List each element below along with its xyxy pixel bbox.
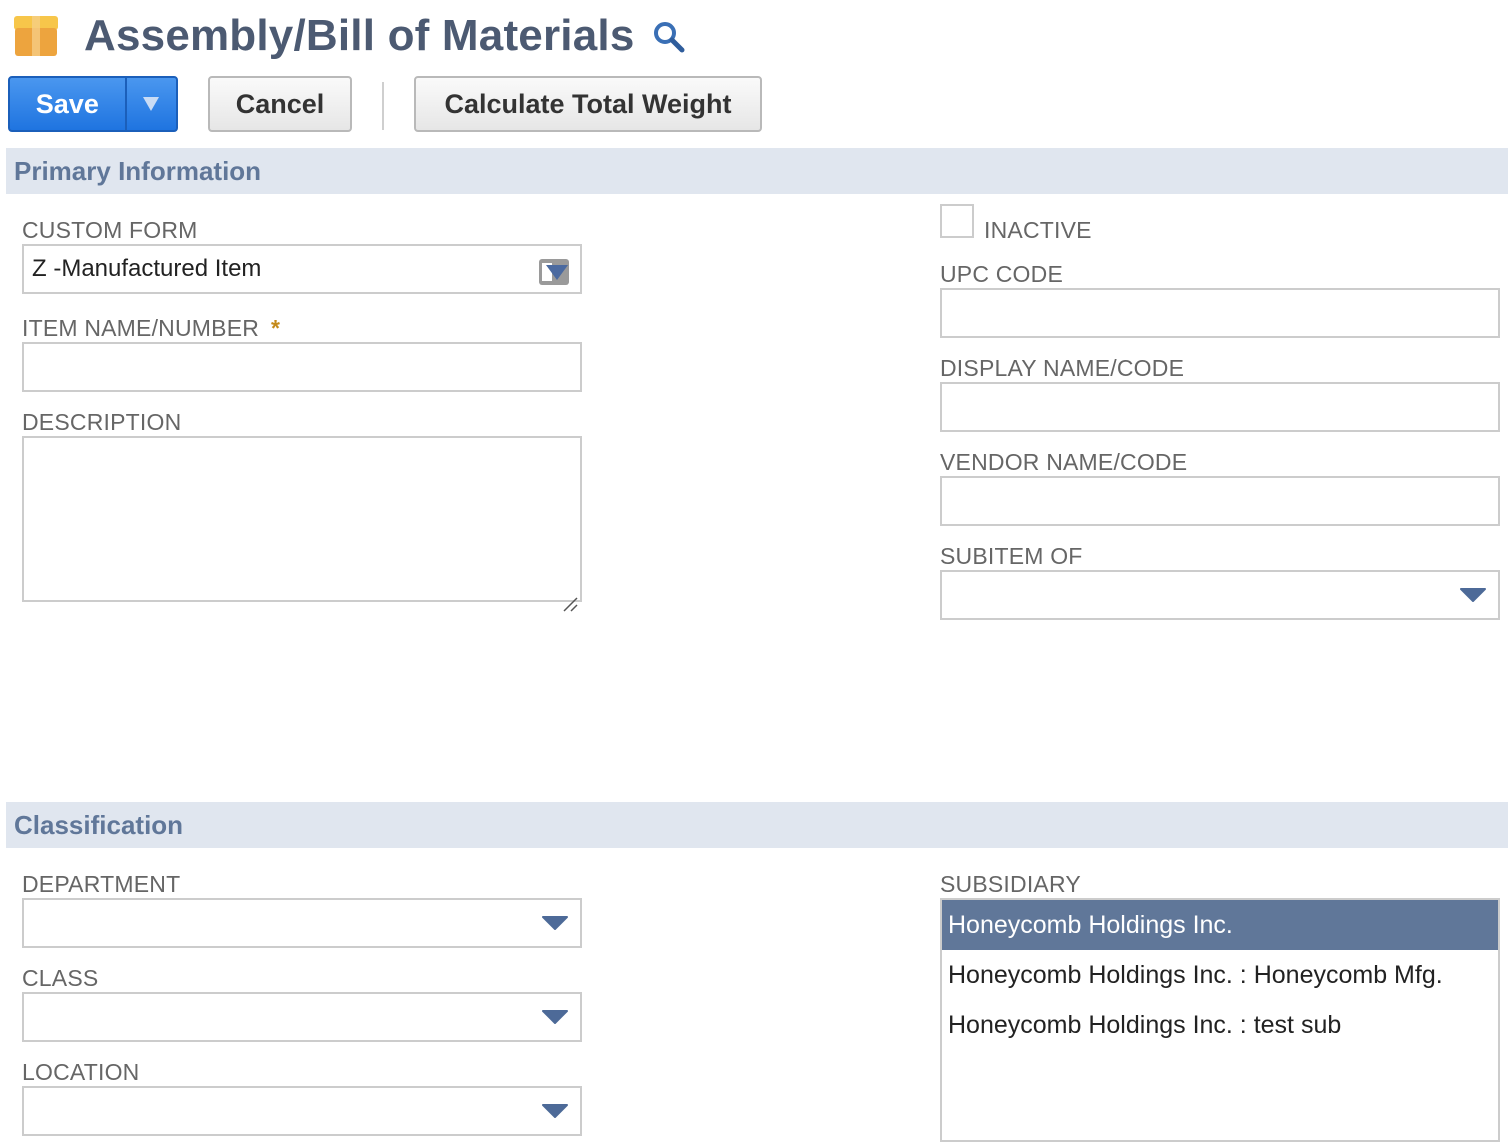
chevron-down-icon (542, 1104, 568, 1118)
item-name-label-text: ITEM NAME/NUMBER (22, 315, 260, 341)
subsidiary-option[interactable]: Honeycomb Holdings Inc. : test sub (942, 1000, 1498, 1050)
save-menu-toggle[interactable] (127, 96, 176, 112)
item-name-label: ITEM NAME/NUMBER * (22, 314, 280, 342)
cancel-button[interactable]: Cancel (208, 76, 352, 132)
custom-form-select[interactable]: Z -Manufactured Item (22, 244, 582, 294)
vendor-name-input[interactable] (940, 476, 1500, 526)
class-select[interactable] (22, 992, 582, 1042)
inactive-checkbox[interactable] (940, 204, 974, 238)
subsidiary-multiselect[interactable]: Honeycomb Holdings Inc. Honeycomb Holdin… (940, 898, 1500, 1142)
save-button-label: Save (35, 88, 99, 119)
custom-form-label: CUSTOM FORM (22, 217, 198, 243)
department-select[interactable] (22, 898, 582, 948)
upc-code-label: UPC CODE (940, 261, 1064, 287)
toolbar-divider (382, 82, 384, 130)
chevron-down-icon (1460, 588, 1486, 602)
description-textarea[interactable] (22, 436, 582, 612)
chevron-down-icon (542, 1010, 568, 1024)
location-label: LOCATION (22, 1059, 140, 1085)
inactive-label: INACTIVE (984, 217, 1092, 243)
subsidiary-option[interactable]: Honeycomb Holdings Inc. (942, 900, 1498, 950)
subitem-of-select[interactable] (940, 570, 1500, 620)
search-icon[interactable] (652, 20, 686, 54)
department-label: DEPARTMENT (22, 871, 181, 897)
calculate-total-weight-button[interactable]: Calculate Total Weight (414, 76, 762, 132)
form-picker-icon[interactable] (538, 256, 570, 285)
class-label: CLASS (22, 965, 99, 991)
subsidiary-option[interactable]: Honeycomb Holdings Inc. : Honeycomb Mfg. (942, 950, 1498, 1000)
required-indicator: * (271, 315, 281, 341)
triangle-down-icon (143, 97, 160, 111)
vendor-name-label: VENDOR NAME/CODE (940, 449, 1188, 475)
package-box-icon (14, 16, 58, 56)
section-header-classification[interactable]: Classification (6, 802, 1508, 848)
custom-form-value: Z -Manufactured Item (32, 255, 262, 282)
chevron-down-icon (542, 916, 568, 930)
page-title: Assembly/Bill of Materials (84, 11, 635, 60)
subitem-of-label: SUBITEM OF (940, 543, 1083, 569)
upc-code-input[interactable] (940, 288, 1500, 338)
location-select[interactable] (22, 1086, 582, 1136)
description-label: DESCRIPTION (22, 409, 182, 435)
display-name-input[interactable] (940, 382, 1500, 432)
item-name-input[interactable] (22, 342, 582, 392)
resize-handle-icon[interactable] (562, 582, 578, 612)
display-name-label: DISPLAY NAME/CODE (940, 355, 1185, 381)
section-header-primary-information[interactable]: Primary Information (6, 148, 1508, 194)
save-button[interactable]: Save (8, 76, 178, 132)
subsidiary-label: SUBSIDIARY (940, 871, 1081, 897)
